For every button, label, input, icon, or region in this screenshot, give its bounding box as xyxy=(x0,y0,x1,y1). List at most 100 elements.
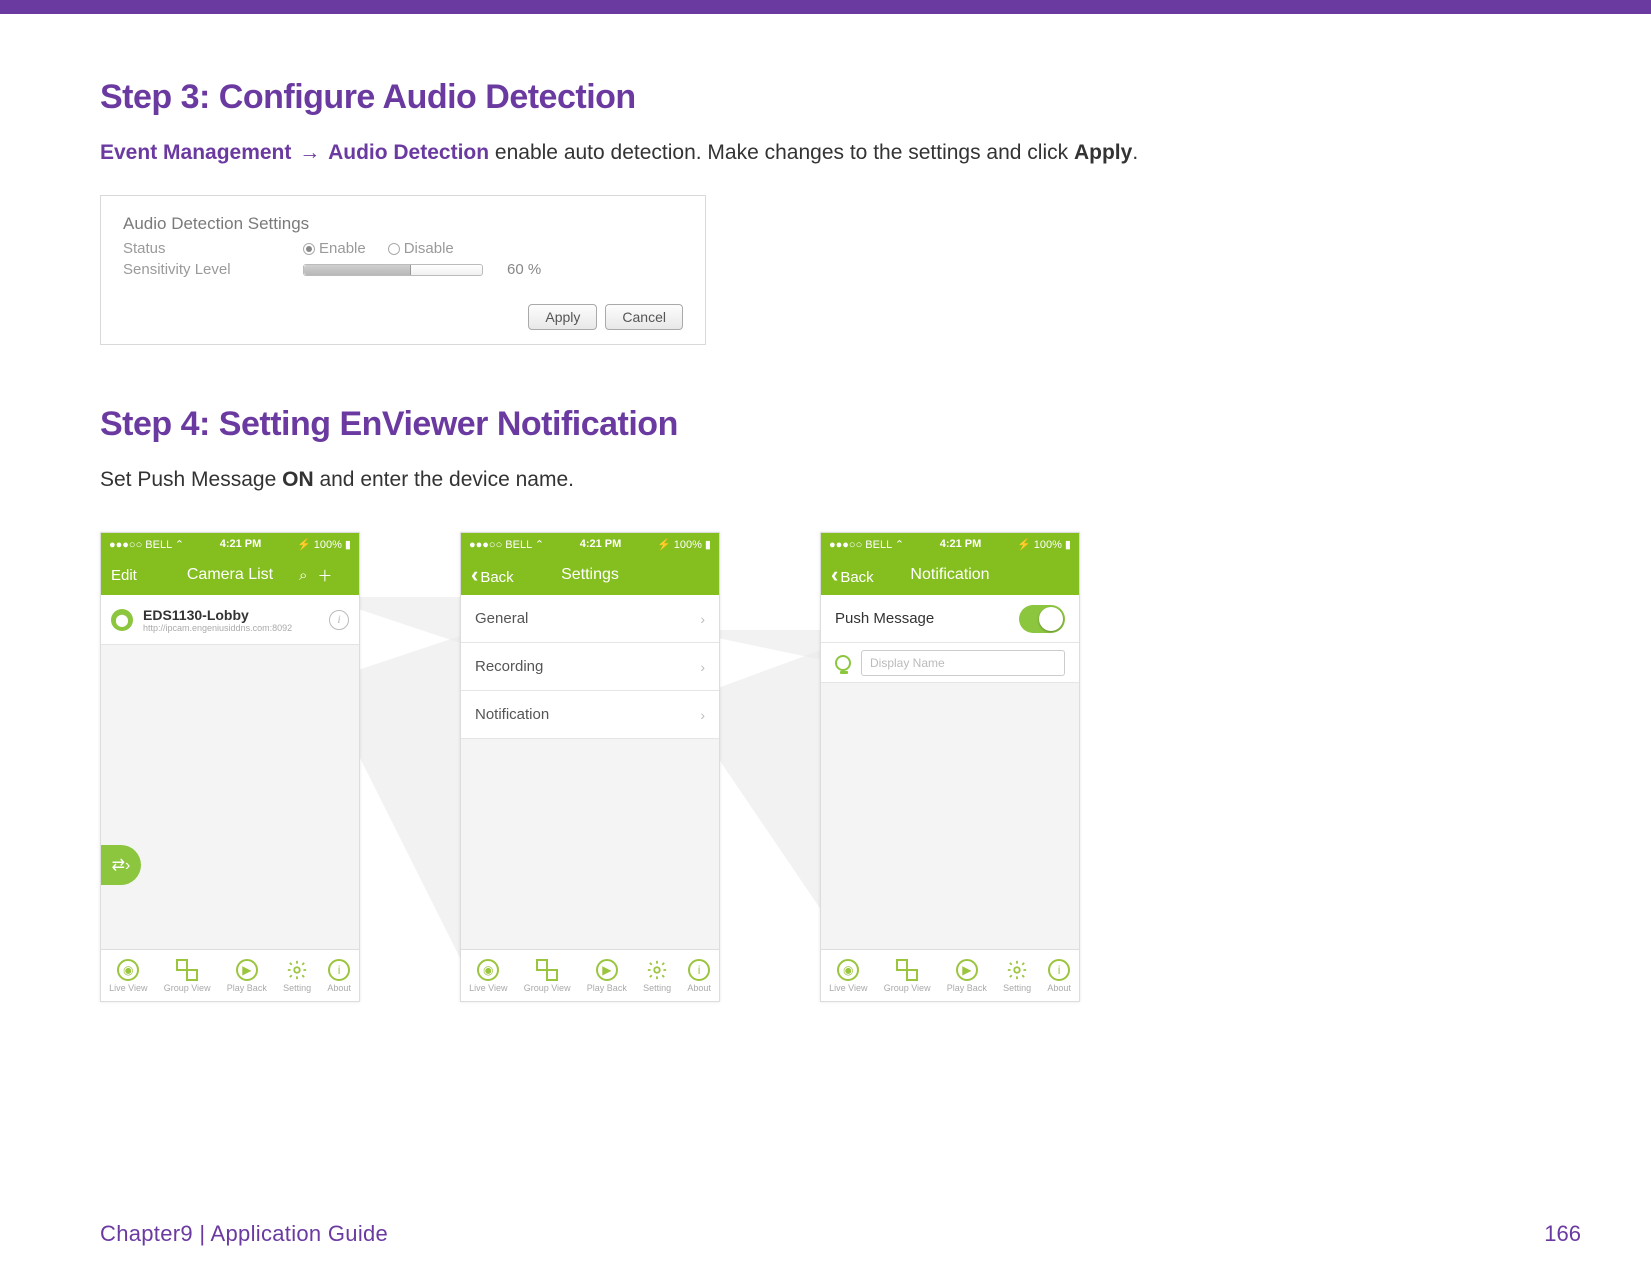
step3-intro: Event Management → Audio Detection enabl… xyxy=(100,141,1581,165)
status-time: 4:21 PM xyxy=(940,538,982,550)
back-button[interactable]: Back xyxy=(471,562,514,588)
status-label: Status xyxy=(123,240,303,257)
grid-icon xyxy=(176,959,198,981)
phone-settings: ●●●○○ BELL ⌃ 4:21 PM ⚡ 100% ▮ Back Setti… xyxy=(460,532,720,1002)
tab-bar: ◉Live View Group View ▶Play Back Setting… xyxy=(101,949,359,1001)
display-name-row: Display Name xyxy=(821,643,1079,683)
panel-title: Audio Detection Settings xyxy=(123,214,683,234)
status-bar: ●●●○○ BELL ⌃ 4:21 PM ⚡ 100% ▮ xyxy=(461,533,719,555)
tab-about[interactable]: iAbout xyxy=(687,959,711,993)
step4-pre: Set Push Message xyxy=(100,468,282,491)
status-bar: ●●●○○ BELL ⌃ 4:21 PM ⚡ 100% ▮ xyxy=(821,533,1079,555)
tab-group-view[interactable]: Group View xyxy=(884,959,931,993)
tab-play-back[interactable]: ▶Play Back xyxy=(587,959,627,993)
breadcrumb-audio-detection: Audio Detection xyxy=(328,141,489,164)
chevron-right-icon: › xyxy=(700,611,705,627)
disable-label: Disable xyxy=(404,240,454,257)
tab-bar: ◉Live View Group View ▶Play Back Setting… xyxy=(461,949,719,1001)
phones-row: ●●●○○ BELL ⌃ 4:21 PM ⚡ 100% ▮ Edit Camer… xyxy=(100,532,1581,1002)
settings-row-notification[interactable]: Notification› xyxy=(461,691,719,739)
tab-group-view[interactable]: Group View xyxy=(164,959,211,993)
play-icon: ▶ xyxy=(236,959,258,981)
step4-heading: Step 4: Setting EnViewer Notification xyxy=(100,405,1581,444)
add-icon[interactable]: ＋ xyxy=(317,565,332,586)
tab-setting[interactable]: Setting xyxy=(283,959,311,993)
tab-live-view[interactable]: ◉Live View xyxy=(469,959,507,993)
camera-row[interactable]: ⬤ EDS1130-Lobby http://ipcam.engeniusidd… xyxy=(101,595,359,645)
settings-row-recording[interactable]: Recording› xyxy=(461,643,719,691)
tab-bar: ◉Live View Group View ▶Play Back Setting… xyxy=(821,949,1079,1001)
edit-button[interactable]: Edit xyxy=(111,567,137,584)
status-time: 4:21 PM xyxy=(580,538,622,550)
target-icon: ◉ xyxy=(837,959,859,981)
drawer-handle[interactable]: ⇄› xyxy=(101,845,141,885)
play-icon: ▶ xyxy=(596,959,618,981)
tab-play-back[interactable]: ▶Play Back xyxy=(227,959,267,993)
search-icon[interactable]: ⌕ xyxy=(299,567,307,584)
cancel-button[interactable]: Cancel xyxy=(605,304,683,330)
tab-group-view[interactable]: Group View xyxy=(524,959,571,993)
battery: ⚡ 100% ▮ xyxy=(1017,538,1071,551)
status-time: 4:21 PM xyxy=(220,538,262,550)
info-tab-icon: i xyxy=(688,959,710,981)
sensitivity-slider[interactable] xyxy=(303,264,483,276)
phone-camera-list: ●●●○○ BELL ⌃ 4:21 PM ⚡ 100% ▮ Edit Camer… xyxy=(100,532,360,1002)
enable-label: Enable xyxy=(319,240,366,257)
nav-bar: Back Notification xyxy=(821,555,1079,595)
audio-detection-panel: Audio Detection Settings Status Enable D… xyxy=(100,195,706,345)
sensitivity-label: Sensitivity Level xyxy=(123,261,303,278)
status-bar: ●●●○○ BELL ⌃ 4:21 PM ⚡ 100% ▮ xyxy=(101,533,359,555)
info-icon[interactable]: i xyxy=(329,610,349,630)
breadcrumb-event-management: Event Management xyxy=(100,141,291,164)
nav-title: Settings xyxy=(521,566,659,584)
camera-url: http://ipcam.engeniusiddns.com:8092 xyxy=(143,623,329,633)
tab-live-view[interactable]: ◉Live View xyxy=(829,959,867,993)
push-message-label: Push Message xyxy=(835,610,934,627)
nav-bar: Back Settings xyxy=(461,555,719,595)
step4-post: and enter the device name. xyxy=(319,468,574,491)
tab-about[interactable]: iAbout xyxy=(1047,959,1071,993)
target-icon: ◉ xyxy=(117,959,139,981)
info-tab-icon: i xyxy=(1048,959,1070,981)
gear-icon xyxy=(646,959,668,981)
chapter-label: Chapter9 | Application Guide xyxy=(100,1221,388,1247)
period: . xyxy=(1132,141,1138,164)
page-number: 166 xyxy=(1544,1221,1581,1247)
tab-setting[interactable]: Setting xyxy=(1003,959,1031,993)
top-stripe xyxy=(0,0,1651,14)
tab-live-view[interactable]: ◉Live View xyxy=(109,959,147,993)
apply-button[interactable]: Apply xyxy=(528,304,597,330)
grid-icon xyxy=(536,959,558,981)
tab-play-back[interactable]: ▶Play Back xyxy=(947,959,987,993)
chevron-right-icon: › xyxy=(700,659,705,675)
tab-about[interactable]: iAbout xyxy=(327,959,351,993)
camera-icon xyxy=(835,655,851,671)
battery: ⚡ 100% ▮ xyxy=(657,538,711,551)
nav-bar: Edit Camera List ⌕ ＋ xyxy=(101,555,359,595)
phone-notification: ●●●○○ BELL ⌃ 4:21 PM ⚡ 100% ▮ Back Notif… xyxy=(820,532,1080,1002)
on-word: ON xyxy=(282,468,314,491)
gear-icon xyxy=(1006,959,1028,981)
play-icon: ▶ xyxy=(956,959,978,981)
nav-title: Camera List xyxy=(161,566,299,584)
target-icon: ◉ xyxy=(477,959,499,981)
nav-title: Notification xyxy=(881,566,1019,584)
tab-setting[interactable]: Setting xyxy=(643,959,671,993)
disable-radio[interactable] xyxy=(388,243,400,255)
back-button[interactable]: Back xyxy=(831,562,874,588)
page-footer: Chapter9 | Application Guide 166 xyxy=(100,1221,1581,1247)
display-name-input[interactable]: Display Name xyxy=(861,650,1065,676)
grid-icon xyxy=(896,959,918,981)
camera-status-icon: ⬤ xyxy=(111,609,133,631)
push-toggle[interactable] xyxy=(1019,605,1065,633)
carrier: ●●●○○ BELL ⌃ xyxy=(109,538,184,551)
arrow-icon: → xyxy=(299,141,320,165)
carrier: ●●●○○ BELL ⌃ xyxy=(469,538,544,551)
step4-intro: Set Push Message ON and enter the device… xyxy=(100,468,1581,492)
chevron-right-icon: › xyxy=(700,707,705,723)
page-content: Step 3: Configure Audio Detection Event … xyxy=(100,40,1581,1002)
settings-row-general[interactable]: General› xyxy=(461,595,719,643)
gear-icon xyxy=(286,959,308,981)
enable-radio[interactable] xyxy=(303,243,315,255)
battery: ⚡ 100% ▮ xyxy=(297,538,351,551)
